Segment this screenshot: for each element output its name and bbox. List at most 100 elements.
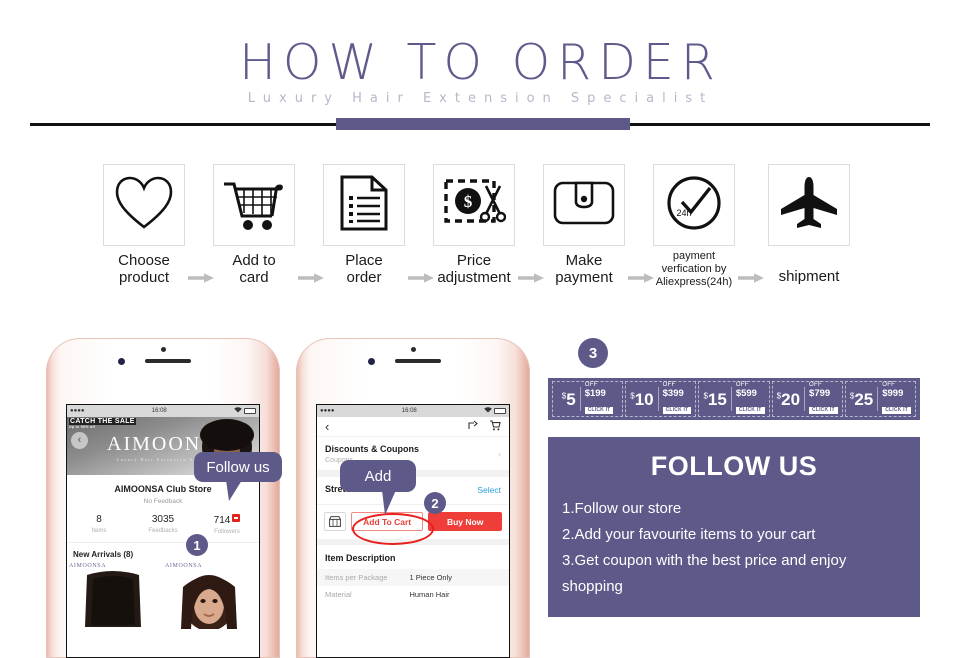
follow-step: 3.Get coupon with the best price and enj… [562, 552, 847, 569]
phone-sensor [411, 347, 416, 352]
svg-text:$: $ [464, 192, 473, 211]
page-root: HOW TO ORDER Luxury Hair Extension Speci… [0, 0, 961, 658]
heart-icon [113, 175, 175, 236]
back-button[interactable]: ‹ [71, 432, 88, 449]
chevron-right-icon: › [498, 449, 501, 459]
follow-us-tooltip: Follow us [194, 452, 282, 501]
svg-text:24h: 24h [676, 208, 691, 218]
catch-the-sale-tag: CATCH THE SALE Up to 50% off [69, 418, 136, 429]
phone1-product-grid: AIMOONSA AIMOONSA [67, 559, 259, 634]
coupon-item[interactable]: $5 OFF $199 CLICK IT [552, 381, 624, 417]
product-card[interactable]: AIMOONSA [67, 563, 163, 634]
coupon-item[interactable]: $20 OFF $799 CLICK IT [771, 381, 843, 417]
desc-row: Material Human Hair [325, 590, 450, 599]
status-time: 16:08 [401, 408, 417, 414]
phone-speaker [145, 359, 191, 363]
coupon-strip: $5 OFF $199 CLICK IT $10 OFF $399 CLICK … [548, 378, 920, 420]
product-card[interactable]: AIMOONSA [163, 563, 259, 634]
step-label: Place order [345, 252, 383, 286]
buy-now-button[interactable]: Buy Now [428, 512, 502, 531]
step-icon-box [103, 164, 185, 246]
follow-step: 2.Add your favourite items to your cart [562, 526, 816, 543]
phone2-status-bar: ●●●● 16:08 [317, 405, 509, 417]
share-icon[interactable] [467, 418, 478, 436]
coupon-divider [657, 387, 659, 411]
coupon-item[interactable]: $25 OFF $999 CLICK IT [844, 381, 917, 417]
follow-step: shopping [562, 578, 623, 595]
page-subtitle: Luxury Hair Extension Specialist [247, 91, 714, 106]
coupon-divider [877, 387, 879, 411]
follow-add-icon[interactable] [232, 514, 241, 522]
step-badge-2: 2 [424, 492, 446, 514]
step-add-to-card: Add to card [200, 164, 308, 286]
step-icon-box: $ [433, 164, 515, 246]
phone2-action-row: Add To Cart Buy Now [317, 505, 509, 539]
coupon-divider [730, 387, 732, 411]
step-label: Price adjustment [437, 252, 511, 286]
follow-us-panel: FOLLOW US 1.Follow our store 2.Add your … [548, 437, 920, 617]
coupon-item[interactable]: $10 OFF $399 CLICK IT [625, 381, 697, 417]
coupon-cta[interactable]: CLICK IT [882, 406, 911, 414]
battery-icon [493, 408, 506, 414]
step-icon-box [323, 164, 405, 246]
follow-us-title: FOLLOW US [650, 451, 818, 481]
phone-sensor [161, 347, 166, 352]
signal-dots-icon: ●●●● [70, 408, 85, 414]
phone-camera-icon [118, 358, 125, 365]
step-badge-3: 3 [578, 338, 608, 368]
product-image [165, 569, 253, 631]
step-shipment: shipment [755, 164, 863, 285]
step-choose-product: Choose product [90, 164, 198, 286]
phone1-status-bar: ●●●● 16:08 [67, 405, 259, 417]
step-icon-box [768, 164, 850, 246]
step-icon-box: 24h [653, 164, 735, 246]
coupon-cta[interactable]: CLICK IT [809, 406, 838, 414]
discounts-title: Discounts & Coupons [325, 444, 419, 454]
phone-mockup-product: ●●●● 16:08 ‹ Discounts & Coupons Coupons… [296, 338, 530, 658]
tooltip-tail [226, 480, 242, 501]
page-title: HOW TO ORDER [239, 34, 722, 91]
coupon-cta[interactable]: CLICK IT [584, 406, 614, 414]
wifi-icon [484, 407, 492, 415]
coupon-cta[interactable]: CLICK IT [735, 406, 765, 414]
phone2-nav-bar: ‹ [317, 417, 509, 437]
phone-speaker [395, 359, 441, 363]
phone-camera-icon [368, 358, 375, 365]
document-list-icon [339, 174, 389, 237]
select-link[interactable]: Select [477, 485, 501, 495]
step-icon-box [543, 164, 625, 246]
coupon-divider [804, 387, 806, 411]
follow-us-steps: 1.Follow our store 2.Add your favourite … [548, 482, 920, 600]
desc-row: Items per Package 1 Piece Only [317, 569, 509, 586]
stat-followers: 714 Followers [213, 514, 241, 535]
status-time: 16:08 [151, 408, 167, 414]
signal-dots-icon: ●●●● [320, 408, 335, 414]
step-place-order: Place order [310, 164, 418, 286]
order-steps: Choose product Add to card Place order $… [0, 160, 961, 300]
coupon-divider [579, 387, 581, 411]
back-chevron-icon[interactable]: ‹ [325, 419, 329, 434]
stat-feedbacks: 3035 Feedbacks [148, 514, 178, 534]
follow-step: 1.Follow our store [562, 500, 682, 517]
coupon-item[interactable]: $15 OFF $599 CLICK IT [698, 381, 770, 417]
phone1-screen: ●●●● 16:08 CATCH THE SALE Up to 50% off … [66, 404, 260, 658]
tooltip-tail [382, 490, 396, 515]
step-price-adjustment: $ Price adjustment [420, 164, 528, 286]
price-cut-dollar-icon: $ [442, 174, 507, 237]
coupon-cta[interactable]: CLICK IT [662, 406, 692, 414]
airplane-icon [778, 175, 840, 236]
phone1-new-arrivals-title: New Arrivals (8) [73, 550, 134, 559]
step-label: Add to card [232, 252, 276, 286]
header-divider-accent [336, 118, 630, 130]
battery-icon [243, 408, 256, 414]
stat-items: 8 Items [91, 514, 107, 534]
clock-check-24h-icon: 24h [665, 174, 723, 237]
phone-mockup-store: ●●●● 16:08 CATCH THE SALE Up to 50% off … [46, 338, 282, 658]
phone2-screen: ●●●● 16:08 ‹ Discounts & Coupons Coupons… [316, 404, 510, 658]
step-payment-verification: 24h payment verfication by Aliexpress(24h) [640, 164, 748, 289]
store-icon[interactable] [324, 512, 346, 531]
cart-icon[interactable] [489, 418, 501, 436]
step-label: payment verfication by Aliexpress(24h) [655, 250, 733, 288]
step-make-payment: Make payment [530, 164, 638, 286]
phone1-stats-row: 8 Items 3035 Feedbacks 714 Followers [67, 505, 259, 543]
